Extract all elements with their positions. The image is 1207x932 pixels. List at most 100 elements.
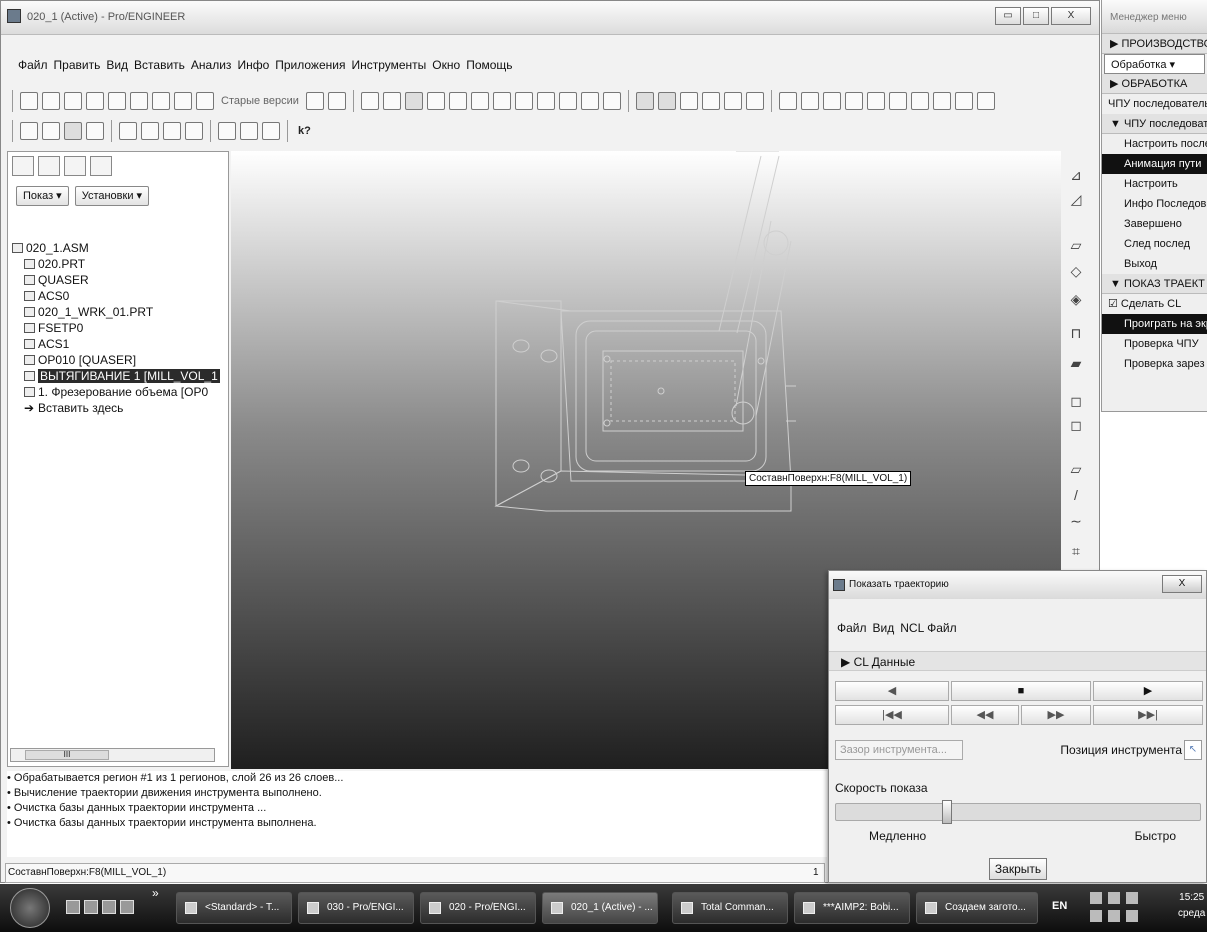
taskbar-item[interactable]: Total Comman...	[672, 892, 788, 924]
volume-icon[interactable]	[1108, 910, 1120, 922]
menu-header-nc-sequence[interactable]: ▼ ЧПУ последовательность	[1102, 114, 1207, 134]
view-manager-icon[interactable]	[602, 92, 621, 110]
no-hidden-icon[interactable]	[679, 92, 698, 110]
quicklaunch-icon[interactable]	[120, 900, 134, 914]
zoom-in-icon[interactable]	[448, 92, 467, 110]
close-dialog-button[interactable]: Закрыть	[989, 858, 1047, 880]
activate-window-icon[interactable]	[240, 122, 258, 140]
mill-window-icon[interactable]: ◈	[1065, 291, 1087, 311]
pan-icon[interactable]	[426, 92, 445, 110]
menu-applications[interactable]: Приложения	[272, 55, 348, 75]
taskbar-item[interactable]: <Standard> - T...	[176, 892, 292, 924]
open-folder-icon[interactable]	[108, 92, 126, 110]
tree-node[interactable]: 1. Фрезерование объема [OP0	[12, 384, 226, 400]
dialog-menu-file[interactable]: Файл	[837, 621, 867, 635]
maximize-button[interactable]: □	[1023, 7, 1049, 25]
menu-item-gouge-check[interactable]: Проверка зарез	[1102, 354, 1207, 374]
backup-icon[interactable]	[174, 92, 192, 110]
datum-planes-icon[interactable]	[701, 92, 720, 110]
menu-header-play-path[interactable]: ▼ ПОКАЗ ТРАЕКТ	[1102, 274, 1207, 294]
step-back-button[interactable]: ◀◀	[951, 705, 1019, 725]
show-button[interactable]: Показ ▾	[16, 186, 69, 206]
reorient-icon[interactable]	[514, 92, 533, 110]
menu-item-exit[interactable]: Выход	[1102, 254, 1207, 274]
close-window-icon[interactable]	[262, 122, 280, 140]
menu-header-manufacture[interactable]: ▶ ПРОИЗВОДСТВО	[1102, 34, 1207, 54]
hidden-line-icon[interactable]	[657, 92, 676, 110]
copy-icon[interactable]	[844, 92, 863, 110]
erase-icon[interactable]	[305, 92, 324, 110]
taskbar-item[interactable]: 030 - Pro/ENGI...	[298, 892, 414, 924]
speed-slider-knob[interactable]	[942, 800, 952, 824]
print-icon[interactable]	[196, 92, 214, 110]
line-icon[interactable]: /	[1065, 487, 1087, 507]
menu-item-nc-sequence[interactable]: ЧПУ последовательность	[1102, 94, 1207, 114]
tray-icon[interactable]	[1126, 910, 1138, 922]
speed-slider[interactable]	[835, 800, 1201, 824]
csys-icon[interactable]	[119, 122, 137, 140]
layers-icon[interactable]	[558, 92, 577, 110]
tool-gap-button[interactable]: Зазор инструмента...	[835, 740, 963, 760]
scrollbar-thumb[interactable]: III	[25, 750, 109, 760]
menu-item-customize[interactable]: Настроить	[1102, 174, 1207, 194]
menu-header-machining[interactable]: ▶ ОБРАБОТКА	[1102, 74, 1207, 94]
spin-center-icon[interactable]	[382, 92, 401, 110]
shading-icon[interactable]	[86, 122, 104, 140]
menu-file[interactable]: Файл	[15, 55, 51, 75]
rectangle-icon[interactable]: ▱	[1065, 461, 1087, 481]
play-backward-button[interactable]: ◀	[835, 681, 949, 701]
tree-node[interactable]: QUASER	[12, 272, 226, 288]
to-end-button[interactable]: ▶▶|	[1093, 705, 1203, 725]
datum-plane-icon[interactable]: ⊿	[1065, 167, 1087, 187]
tree-node[interactable]: FSETP0	[12, 320, 226, 336]
menu-item-play-path[interactable]: Анимация пути	[1102, 154, 1207, 174]
open-file-icon[interactable]	[86, 92, 104, 110]
close-button[interactable]: X	[1051, 7, 1091, 25]
drill-group-2-icon[interactable]: ◻	[1065, 417, 1087, 437]
undo-icon[interactable]	[778, 92, 797, 110]
menu-item-nc-check[interactable]: Проверка ЧПУ	[1102, 334, 1207, 354]
orient-mode-icon[interactable]	[404, 92, 423, 110]
paste-special-icon[interactable]	[888, 92, 907, 110]
tree-horizontal-scrollbar[interactable]: III	[10, 748, 215, 762]
erase-all-icon[interactable]	[327, 92, 346, 110]
annotation-icon[interactable]	[185, 122, 203, 140]
menu-view[interactable]: Вид	[103, 55, 131, 75]
redo-icon[interactable]	[800, 92, 819, 110]
datum-icon[interactable]	[141, 122, 159, 140]
start-button[interactable]	[10, 888, 50, 928]
window-icon[interactable]	[218, 122, 236, 140]
to-start-button[interactable]: |◀◀	[835, 705, 949, 725]
save-copy-icon[interactable]	[152, 92, 170, 110]
select-box-icon[interactable]	[976, 92, 995, 110]
menu-window[interactable]: Окно	[429, 55, 463, 75]
clock[interactable]: 15:25 среда	[1178, 890, 1205, 922]
machining-dropdown[interactable]: Обработка ▾	[1104, 54, 1205, 74]
drill-group-icon[interactable]: ◻	[1065, 393, 1087, 413]
tree-node[interactable]: 020.PRT	[12, 256, 226, 272]
regenerate-manager-icon[interactable]	[42, 92, 60, 110]
tree-node[interactable]: 020_1_WRK_01.PRT	[12, 304, 226, 320]
pointer-icon[interactable]: ↖	[1184, 740, 1202, 760]
tab-folder-browser[interactable]	[38, 156, 60, 176]
mill-volume-icon[interactable]: ⊓	[1065, 325, 1087, 345]
menu-item-next-seq[interactable]: След послед	[1102, 234, 1207, 254]
cl-data-section[interactable]: ▶ CL Данные	[829, 651, 1206, 671]
wire-display-icon[interactable]	[20, 122, 38, 140]
taskbar-item[interactable]: 020 - Pro/ENGI...	[420, 892, 536, 924]
saved-views-icon[interactable]	[536, 92, 555, 110]
menu-item-setup-sequence[interactable]: Настроить послед	[1102, 134, 1207, 154]
stop-button[interactable]: ■	[951, 681, 1091, 701]
curve-icon[interactable]: ∼	[1065, 513, 1087, 533]
step-forward-button[interactable]: ▶▶	[1021, 705, 1091, 725]
tab-connections[interactable]	[90, 156, 112, 176]
menu-tools[interactable]: Инструменты	[348, 55, 429, 75]
layer-tree-icon[interactable]	[932, 92, 951, 110]
menu-edit[interactable]: Править	[51, 55, 104, 75]
fixture-icon[interactable]: ◇	[1065, 263, 1087, 283]
appearance-icon[interactable]	[580, 92, 599, 110]
find-icon[interactable]	[954, 92, 973, 110]
play-forward-button[interactable]: ▶	[1093, 681, 1203, 701]
workpiece-icon[interactable]: ▱	[1065, 237, 1087, 257]
datum-points-icon[interactable]	[745, 92, 764, 110]
